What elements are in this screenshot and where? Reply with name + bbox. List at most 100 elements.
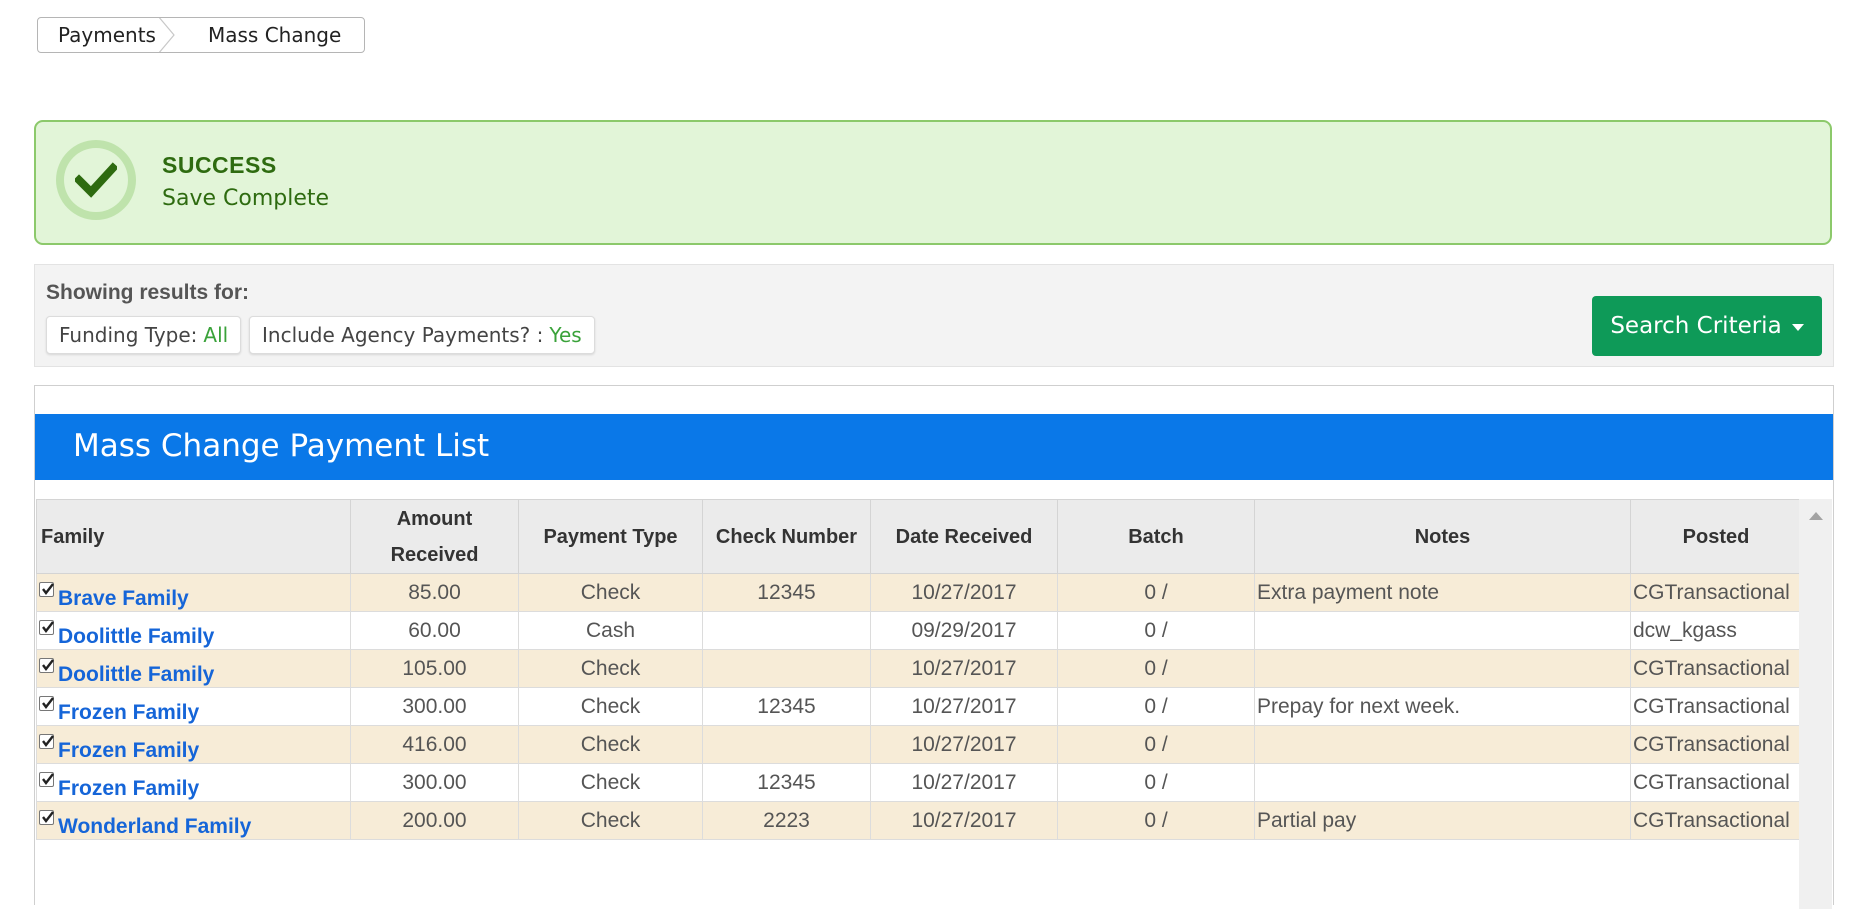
family-cell: Brave Family — [36, 573, 351, 612]
table-row: Doolittle Family 60.00 Cash 09/29/2017 0 / dc… — [36, 611, 1802, 650]
payment-type-cell: Check — [518, 801, 703, 840]
column-header-notes[interactable]: Notes — [1254, 499, 1631, 574]
amount-cell: 200.00 — [350, 801, 519, 840]
batch-cell: 0 / — [1057, 763, 1255, 802]
notes-cell — [1254, 611, 1631, 650]
search-criteria-label: Search Criteria — [1610, 313, 1782, 339]
family-link[interactable]: Frozen Family — [58, 739, 199, 762]
notes-cell: Prepay for next week. — [1254, 687, 1631, 726]
payment-type-cell: Check — [518, 573, 703, 612]
batch-cell: 0 / — [1057, 611, 1255, 650]
date-received-cell: 10/27/2017 — [870, 687, 1058, 726]
posted-cell: CGTransactional — [1630, 573, 1802, 612]
row-checkbox[interactable] — [39, 771, 54, 787]
scroll-up-arrow-icon[interactable] — [1809, 512, 1823, 520]
row-checkbox[interactable] — [39, 619, 54, 635]
posted-cell: CGTransactional — [1630, 725, 1802, 764]
column-header-posted[interactable]: Posted — [1630, 499, 1802, 574]
filter-heading: Showing results for: — [46, 281, 250, 304]
filter-chip-label: Funding Type: — [59, 323, 198, 347]
family-link[interactable]: Frozen Family — [58, 701, 199, 724]
search-criteria-button[interactable]: Search Criteria — [1592, 296, 1822, 356]
column-header-batch[interactable]: Batch — [1057, 499, 1255, 574]
payment-type-cell: Check — [518, 649, 703, 688]
date-received-cell: 10/27/2017 — [870, 649, 1058, 688]
family-cell: Frozen Family — [36, 763, 351, 802]
check-number-cell — [702, 725, 871, 764]
family-cell: Wonderland Family — [36, 801, 351, 840]
batch-cell: 0 / — [1057, 573, 1255, 612]
filter-chip-value: Yes — [549, 323, 582, 347]
notes-cell — [1254, 649, 1631, 688]
family-cell: Frozen Family — [36, 687, 351, 726]
breadcrumb-item-mass-change[interactable]: Mass Change — [184, 23, 341, 47]
family-link[interactable]: Frozen Family — [58, 777, 199, 800]
table-scrollbar[interactable] — [1799, 499, 1832, 909]
caret-down-icon — [1791, 324, 1804, 331]
column-header-date-received[interactable]: Date Received — [870, 499, 1058, 574]
row-checkbox[interactable] — [39, 695, 54, 711]
posted-cell: CGTransactional — [1630, 687, 1802, 726]
panel-header: Mass Change Payment List — [35, 414, 1833, 480]
amount-cell: 85.00 — [350, 573, 519, 612]
filter-chip-label: Include Agency Payments? : — [262, 323, 544, 347]
batch-cell: 0 / — [1057, 649, 1255, 688]
panel-title: Mass Change Payment List — [73, 428, 490, 464]
date-received-cell: 10/27/2017 — [870, 763, 1058, 802]
check-number-cell: 12345 — [702, 687, 871, 726]
posted-cell: dcw_kgass — [1630, 611, 1802, 650]
table-row: Frozen Family 416.00 Check 10/27/2017 0 / CGT… — [36, 725, 1802, 764]
date-received-cell: 10/27/2017 — [870, 801, 1058, 840]
posted-cell: CGTransactional — [1630, 763, 1802, 802]
breadcrumb-separator-icon — [156, 18, 184, 52]
payment-table: Family Amount Received Payment Type Chec… — [36, 499, 1802, 840]
batch-cell: 0 / — [1057, 687, 1255, 726]
notes-cell: Extra payment note — [1254, 573, 1631, 612]
posted-cell: CGTransactional — [1630, 801, 1802, 840]
notes-cell — [1254, 725, 1631, 764]
row-checkbox[interactable] — [39, 733, 54, 749]
breadcrumb-item-payments[interactable]: Payments — [38, 23, 156, 47]
table-header-row: Family Amount Received Payment Type Chec… — [36, 499, 1802, 574]
check-number-cell: 12345 — [702, 763, 871, 802]
family-link[interactable]: Wonderland Family — [58, 815, 251, 838]
filter-chip-agency-payments: Include Agency Payments? : Yes — [249, 316, 595, 354]
check-icon — [56, 140, 136, 220]
amount-cell: 300.00 — [350, 763, 519, 802]
family-cell: Doolittle Family — [36, 649, 351, 688]
table-row: Doolittle Family 105.00 Check 10/27/2017 0 /… — [36, 649, 1802, 688]
column-header-check-number[interactable]: Check Number — [702, 499, 871, 574]
family-link[interactable]: Doolittle Family — [58, 663, 214, 686]
family-cell: Doolittle Family — [36, 611, 351, 650]
payment-type-cell: Check — [518, 725, 703, 764]
date-received-cell: 09/29/2017 — [870, 611, 1058, 650]
column-header-family[interactable]: Family — [36, 499, 351, 574]
row-checkbox[interactable] — [39, 581, 54, 597]
batch-cell: 0 / — [1057, 725, 1255, 764]
payment-type-cell: Check — [518, 687, 703, 726]
family-cell: Frozen Family — [36, 725, 351, 764]
amount-cell: 105.00 — [350, 649, 519, 688]
amount-cell: 300.00 — [350, 687, 519, 726]
notes-cell — [1254, 763, 1631, 802]
row-checkbox[interactable] — [39, 657, 54, 673]
alert-message: Save Complete — [162, 186, 330, 211]
family-link[interactable]: Doolittle Family — [58, 625, 214, 648]
payment-table-container: Family Amount Received Payment Type Chec… — [36, 499, 1802, 840]
breadcrumb: Payments Mass Change — [37, 17, 365, 53]
column-header-payment-type[interactable]: Payment Type — [518, 499, 703, 574]
row-checkbox[interactable] — [39, 809, 54, 825]
table-row: Frozen Family 300.00 Check 12345 10/27/2017 0… — [36, 687, 1802, 726]
table-row: Wonderland Family 200.00 Check 2223 10/27/20… — [36, 801, 1802, 840]
check-number-cell: 2223 — [702, 801, 871, 840]
payment-type-cell: Cash — [518, 611, 703, 650]
payment-list-panel: Mass Change Payment List Family Amount R… — [34, 385, 1834, 909]
table-row: Frozen Family 300.00 Check 12345 10/27/2017 0… — [36, 763, 1802, 802]
posted-cell: CGTransactional — [1630, 649, 1802, 688]
success-alert: SUCCESS Save Complete — [34, 120, 1832, 245]
column-header-amount[interactable]: Amount Received — [350, 499, 519, 574]
batch-cell: 0 / — [1057, 801, 1255, 840]
family-link[interactable]: Brave Family — [58, 587, 189, 610]
filter-summary-bar: Showing results for: Funding Type: All I… — [34, 264, 1834, 367]
filter-chip-funding-type: Funding Type: All — [46, 316, 242, 354]
